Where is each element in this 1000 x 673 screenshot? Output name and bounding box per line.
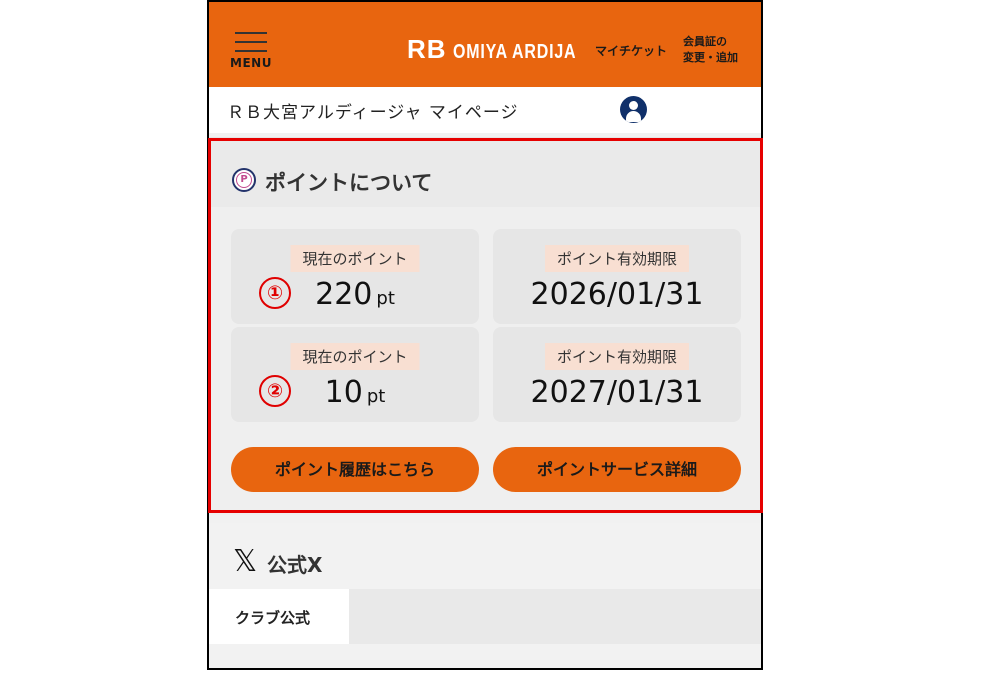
official-x-title: 公式X bbox=[267, 553, 323, 577]
user-icon[interactable] bbox=[620, 96, 647, 123]
member-card-link[interactable]: 会員証の 変更・追加 bbox=[683, 34, 738, 66]
member-card-line2: 変更・追加 bbox=[683, 51, 738, 64]
expiry-label: ポイント有効期限 bbox=[544, 343, 690, 370]
mypage-bar: ＲＢ大宮アルディージャ マイページ bbox=[209, 87, 761, 133]
points-unit: pt bbox=[366, 386, 386, 407]
row-marker-1: ① bbox=[259, 277, 291, 309]
expiry-value: 2026/01/31 bbox=[530, 277, 704, 312]
x-logo-icon: 𝕏 bbox=[233, 544, 258, 579]
point-service-details-button[interactable]: ポイントサービス詳細 bbox=[493, 447, 741, 492]
official-x-section: 𝕏 公式X クラブ公式 bbox=[209, 523, 761, 668]
row-marker-2: ② bbox=[259, 375, 291, 407]
expiry-card: ポイント有効期限 2026/01/31 bbox=[493, 229, 741, 324]
expiry-card: ポイント有効期限 2027/01/31 bbox=[493, 327, 741, 422]
tab-label: クラブ公式 bbox=[235, 609, 311, 627]
points-section-header: P ポイントについて bbox=[209, 139, 761, 207]
expiry-label: ポイント有効期限 bbox=[544, 245, 690, 272]
current-points-label: 現在のポイント bbox=[290, 245, 420, 272]
points-section-title: ポイントについて bbox=[265, 171, 433, 195]
tab-club-official[interactable]: クラブ公式 bbox=[209, 589, 349, 644]
points-unit: pt bbox=[376, 288, 395, 309]
current-points-card: 現在のポイント 10 pt ② bbox=[231, 327, 479, 422]
menu-label: MENU bbox=[230, 56, 272, 70]
member-card-line1: 会員証の bbox=[683, 35, 727, 48]
my-ticket-link[interactable]: マイチケット bbox=[595, 42, 667, 59]
site-header: MENU RB OMIYA ARDIJA マイチケット 会員証の 変更・追加 bbox=[209, 0, 761, 87]
expiry-value: 2027/01/31 bbox=[530, 375, 704, 410]
points-section: P ポイントについて 現在のポイント 220 pt ① ポイント有効期限 2026… bbox=[209, 137, 761, 515]
current-points-label: 現在のポイント bbox=[290, 343, 420, 370]
x-tabs: クラブ公式 bbox=[209, 589, 761, 644]
mobile-frame: MENU RB OMIYA ARDIJA マイチケット 会員証の 変更・追加 ＲＢ… bbox=[207, 0, 763, 670]
point-p-icon: P bbox=[232, 168, 256, 192]
point-history-button[interactable]: ポイント履歴はこちら bbox=[231, 447, 479, 492]
menu-button[interactable]: MENU bbox=[225, 28, 277, 74]
hamburger-icon bbox=[235, 32, 267, 34]
club-logo[interactable]: RB OMIYA ARDIJA bbox=[407, 34, 607, 65]
logo-name: OMIYA ARDIJA bbox=[452, 41, 576, 63]
logo-rb: RB bbox=[407, 34, 447, 64]
mypage-title: ＲＢ大宮アルディージャ マイページ bbox=[227, 103, 519, 123]
current-points-card: 現在のポイント 220 pt ① bbox=[231, 229, 479, 324]
